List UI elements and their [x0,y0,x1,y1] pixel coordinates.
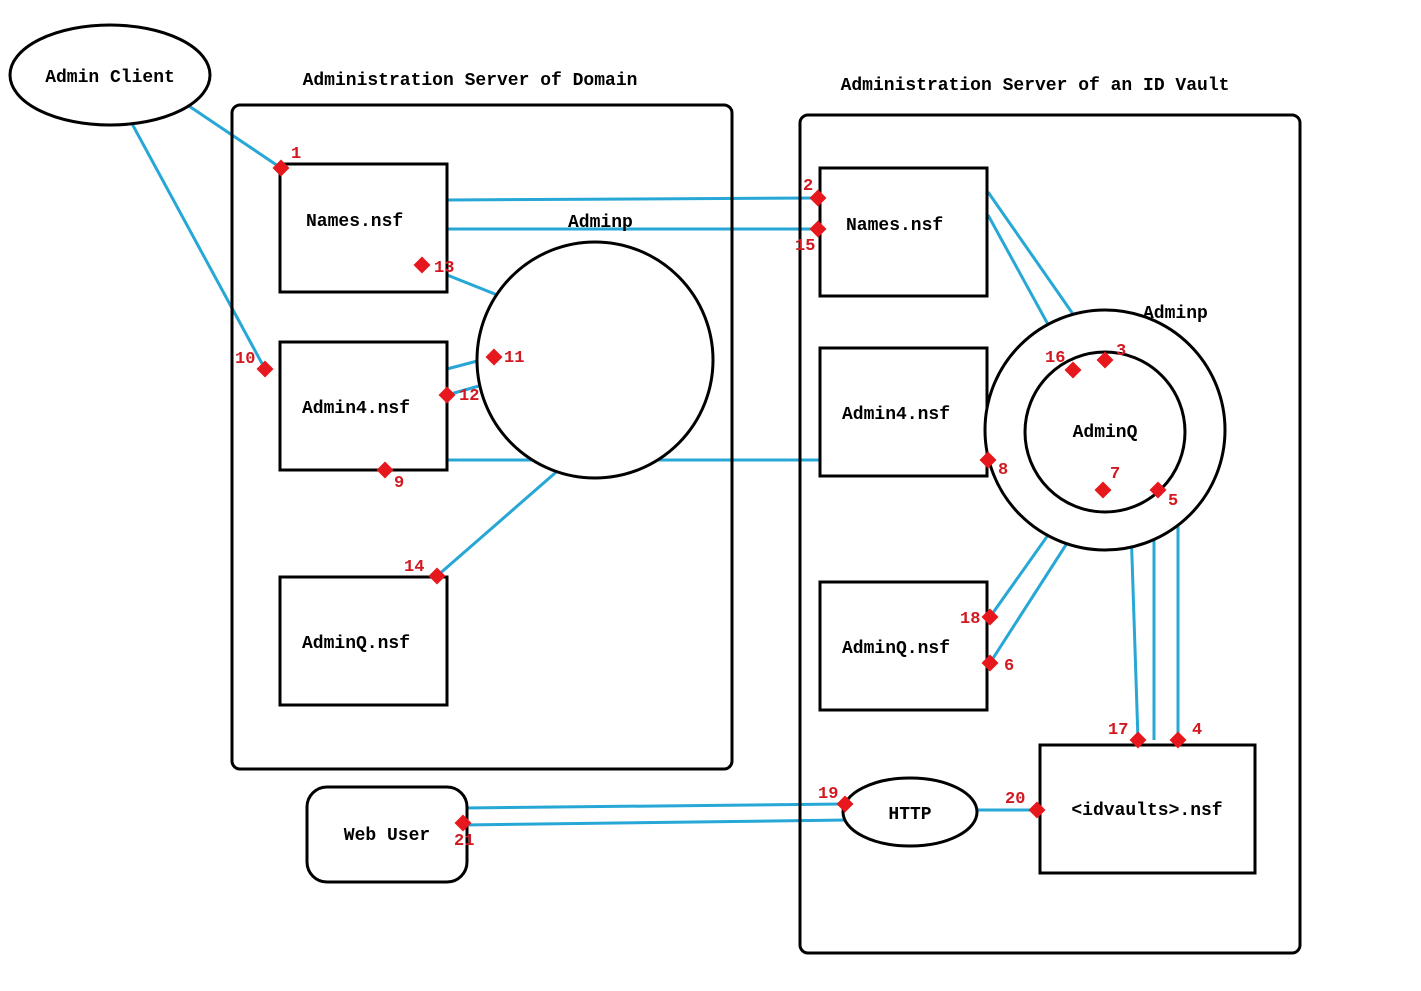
conn-adminq-adminp-left [437,460,570,576]
marker-10 [257,361,274,378]
marker-13-label: 13 [434,259,454,278]
admin4-nsf-left-label: Admin4.nsf [302,399,410,419]
conn-webuser-http-top [463,804,844,808]
conn-adminclient-admin4-left [130,120,265,369]
marker-16-label: 16 [1045,349,1065,368]
conn-webuser-http-bottom [463,820,848,825]
adminq-nsf-left-label: AdminQ.nsf [302,634,410,654]
marker-3-label: 3 [1116,342,1126,361]
marker-14-label: 14 [404,558,424,577]
marker-18-label: 18 [960,610,980,629]
names-nsf-right-label: Names.nsf [846,216,943,236]
admin4-nsf-right-label: Admin4.nsf [842,405,950,425]
adminp-left-label: Adminp [568,213,633,233]
marker-15-label: 15 [795,237,815,256]
conn-names-replicate-top [447,198,818,200]
marker-11-label: 11 [504,349,524,368]
adminq-nsf-right-label: AdminQ.nsf [842,639,950,659]
marker-4-label: 4 [1192,721,1202,740]
web-user-label: Web User [344,826,430,846]
admin-client-label: Admin Client [45,68,175,88]
http-label: HTTP [888,805,931,825]
marker-12-label: 12 [459,387,479,406]
marker-10-label: 10 [235,350,255,369]
idvault-server-title: Administration Server of an ID Vault [841,76,1230,96]
marker-20-label: 20 [1005,790,1025,809]
idvaults-nsf-label: <idvaults>.nsf [1071,801,1222,821]
marker-8-label: 8 [998,461,1008,480]
architecture-diagram: Admin Client Administration Server of Do… [0,0,1421,991]
marker-7-label: 7 [1110,465,1120,484]
marker-1-label: 1 [291,145,301,164]
marker-6-label: 6 [1004,657,1014,676]
adminq-inner-label: AdminQ [1073,423,1138,443]
marker-2-label: 2 [803,177,813,196]
marker-5-label: 5 [1168,492,1178,511]
marker-17-label: 17 [1108,721,1128,740]
domain-server-title: Administration Server of Domain [303,71,638,91]
marker-9-label: 9 [394,474,404,493]
names-nsf-left-label: Names.nsf [306,212,403,232]
marker-19-label: 19 [818,785,838,804]
marker-21-label: 21 [454,832,474,851]
